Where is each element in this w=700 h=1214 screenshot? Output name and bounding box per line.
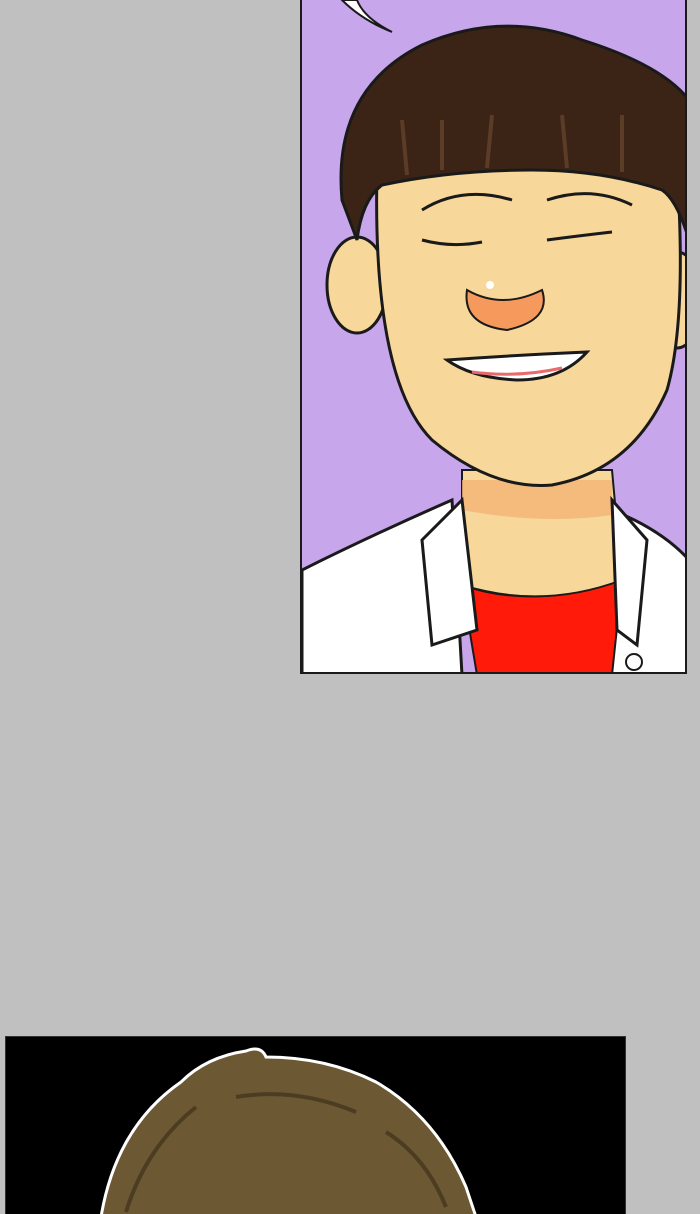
character-portrait-illustration xyxy=(302,0,685,672)
nose-highlight xyxy=(486,281,494,289)
comic-panel-top xyxy=(300,0,687,674)
hair-mass xyxy=(100,1047,477,1214)
comic-panel-bottom xyxy=(5,1036,626,1214)
hair-back-illustration xyxy=(100,1047,477,1214)
shirt-button xyxy=(625,653,643,671)
face xyxy=(375,168,682,487)
speech-bubble-tail xyxy=(340,0,393,33)
